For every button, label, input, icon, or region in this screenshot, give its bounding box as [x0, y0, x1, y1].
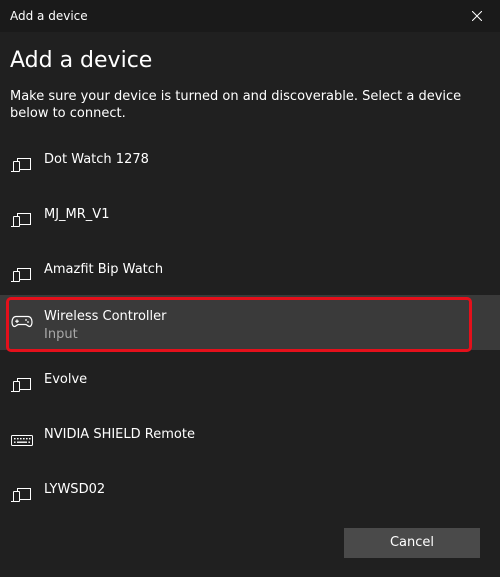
gamepad-icon — [10, 309, 34, 333]
title-bar: Add a device — [0, 0, 500, 32]
device-name: Wireless Controller — [44, 309, 167, 324]
page-title: Add a device — [10, 48, 153, 73]
add-device-dialog: Add a device Add a device Make sure your… — [0, 0, 500, 577]
device-name: Amazfit Bip Watch — [44, 262, 164, 277]
keyboard-icon — [10, 428, 34, 452]
close-button[interactable] — [454, 0, 500, 32]
device-pc-phone-icon — [10, 373, 34, 397]
device-name: NVIDIA SHIELD Remote — [44, 427, 195, 442]
device-name: LYWSD02 — [44, 482, 106, 497]
device-pc-phone-icon — [10, 263, 34, 287]
device-name: Dot Watch 1278 — [44, 152, 149, 167]
device-item-lywsd02[interactable]: LYWSD02 — [0, 470, 500, 525]
device-item-dot-watch-1278[interactable]: Dot Watch 1278 — [0, 140, 500, 195]
close-icon — [472, 11, 482, 21]
device-category: Input — [44, 327, 78, 342]
device-pc-phone-icon — [10, 483, 34, 507]
device-item-wireless-controller[interactable]: Wireless Controller Input — [0, 295, 500, 350]
device-name: Evolve — [44, 372, 88, 387]
instructions-text: Make sure your device is turned on and d… — [10, 89, 462, 121]
device-item-nvidia-shield-remote[interactable]: NVIDIA SHIELD Remote — [0, 415, 500, 470]
cancel-button[interactable]: Cancel — [344, 528, 480, 558]
device-pc-phone-icon — [10, 208, 34, 232]
device-name: MJ_MR_V1 — [44, 207, 110, 222]
device-item-mj-mr-v1[interactable]: MJ_MR_V1 — [0, 195, 500, 250]
device-pc-phone-icon — [10, 153, 34, 177]
device-item-evolve[interactable]: Evolve — [0, 360, 500, 415]
window-title: Add a device — [10, 9, 88, 23]
